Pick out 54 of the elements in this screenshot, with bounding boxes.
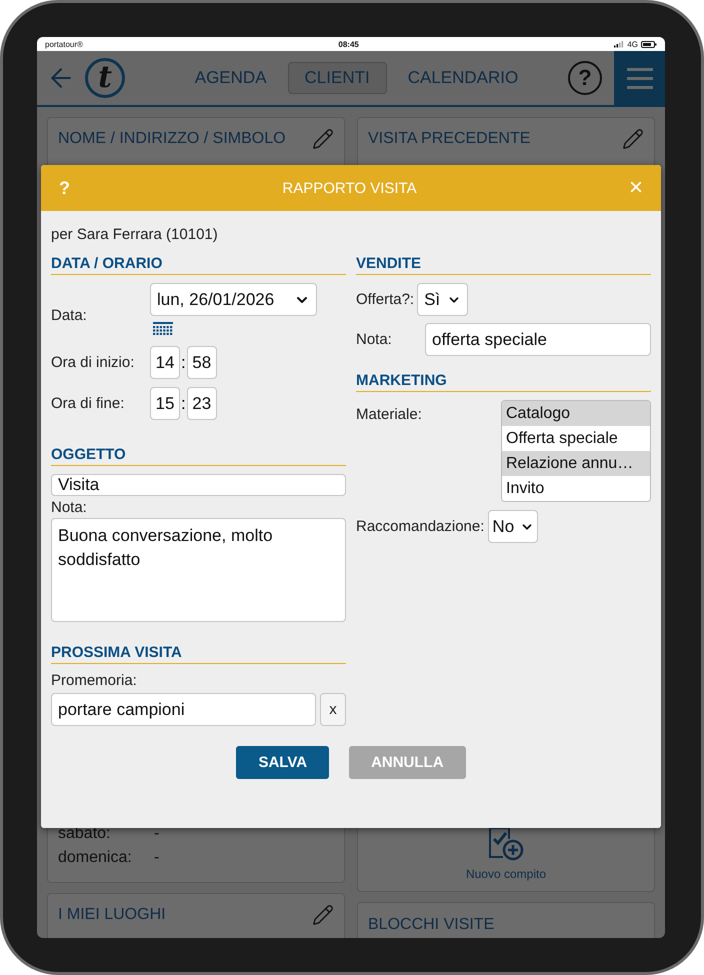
material-listbox[interactable]: Catalogo Offerta speciale Relazione annu… Invito — [501, 400, 651, 502]
date-label: Data: — [51, 307, 87, 324]
time-label: Ora di fine: — [51, 394, 124, 412]
task-add-icon[interactable] — [487, 825, 525, 861]
save-button[interactable]: SALVA — [236, 746, 330, 779]
date-select[interactable]: lun, 26/01/2026 — [150, 283, 317, 316]
reminder-label: Promemoria: — [51, 672, 138, 689]
customer-subtitle: per Sara Ferrara (10101) — [51, 224, 219, 244]
carrier-name: portatour® — [45, 40, 83, 48]
calendar-icon[interactable] — [153, 322, 173, 336]
clear-button[interactable]: x — [320, 693, 346, 726]
card-title: NOME / INDIRIZZO / SIMBOLO — [58, 130, 286, 148]
minute-field[interactable]: 23 — [186, 387, 217, 420]
pencil-icon[interactable] — [312, 128, 334, 150]
app-logo: t — [85, 58, 125, 98]
section-heading: DATA / ORARIO — [51, 255, 346, 275]
hour-field[interactable]: 14 — [150, 346, 180, 379]
card-title: VISITA PRECEDENTE — [368, 130, 530, 148]
offer-note-field[interactable]: offerta speciale — [425, 323, 651, 356]
section-heading: PROSSIMA VISITA — [51, 644, 346, 664]
card-title: I MIEI LUOGHI — [58, 906, 166, 924]
battery-icon — [641, 40, 657, 48]
section-heading: MARKETING — [356, 372, 651, 392]
minute-field[interactable]: 58 — [186, 346, 217, 379]
section-heading: OGGETTO — [51, 446, 346, 466]
hour-field[interactable]: 15 — [150, 387, 180, 420]
time-separator: : — [180, 394, 187, 414]
card-title: BLOCCHI VISITE — [368, 916, 494, 934]
material-option[interactable]: Relazione annu… — [502, 451, 650, 476]
section-heading: VENDITE — [356, 255, 651, 275]
hours-value: - — [154, 848, 160, 868]
subject-field[interactable]: Visita — [51, 474, 346, 496]
dialog-title: RAPPORTO VISITA — [281, 180, 418, 196]
signal-icon — [614, 40, 624, 48]
reminder-field[interactable]: portare campioni — [51, 693, 316, 726]
offer-select[interactable]: Sì — [417, 283, 468, 316]
time-separator: : — [180, 352, 187, 372]
note-label: Nota: — [356, 330, 392, 348]
offer-label: Offerta?: — [356, 291, 414, 308]
clock-time: 08:45 — [338, 40, 359, 48]
day-label: domenica: — [58, 848, 133, 868]
note-label: Nota: — [51, 499, 88, 516]
time-label: Ora di inizio: — [51, 354, 134, 370]
day-label: sabato: — [58, 824, 112, 844]
pencil-icon[interactable] — [622, 128, 644, 150]
network-label: 4G — [627, 40, 638, 48]
pencil-icon[interactable] — [312, 904, 334, 926]
recommendation-label: Raccomandazione: — [356, 518, 484, 535]
material-option[interactable]: Catalogo — [502, 401, 650, 426]
note-field[interactable]: Buona conversazione, molto soddisfatto — [51, 518, 346, 622]
recommendation-select[interactable]: No — [488, 510, 538, 543]
hours-value: - — [154, 824, 160, 844]
menu-button[interactable] — [614, 51, 665, 105]
material-label: Materiale: — [356, 406, 422, 423]
